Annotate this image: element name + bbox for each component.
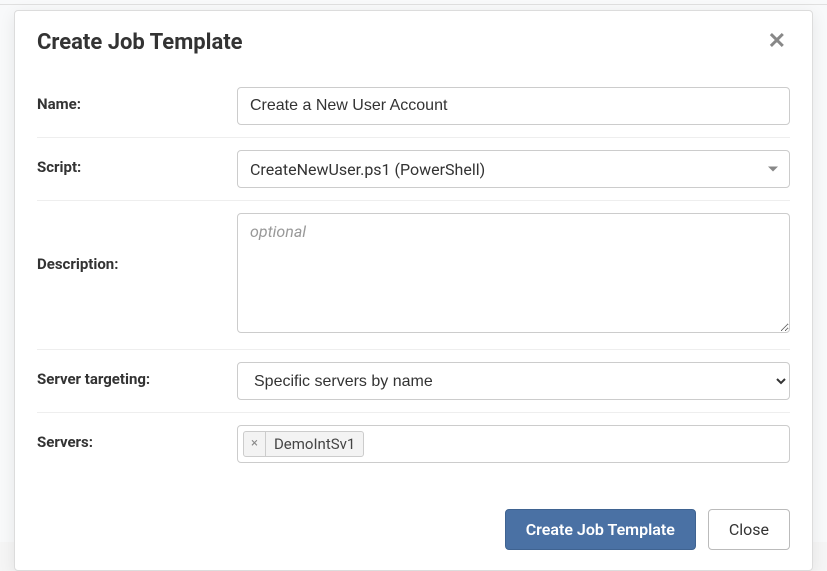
modal-header: Create Job Template ✕	[15, 11, 812, 69]
script-select[interactable]: CreateNewUser.ps1 (PowerShell)	[237, 150, 790, 188]
modal-title: Create Job Template	[37, 30, 243, 55]
create-job-template-modal: Create Job Template ✕ Name: Script: Crea…	[14, 10, 813, 571]
label-server-targeting: Server targeting:	[37, 362, 237, 388]
label-servers: Servers:	[37, 425, 237, 451]
create-job-template-button[interactable]: Create Job Template	[505, 509, 696, 550]
label-name: Name:	[37, 87, 237, 113]
label-description: Description:	[37, 213, 237, 273]
modal-body: Name: Script: CreateNewUser.ps1 (PowerSh…	[15, 69, 812, 495]
server-tag: × DemoIntSv1	[243, 431, 364, 457]
caret-down-icon	[768, 167, 778, 172]
row-name: Name:	[37, 75, 790, 137]
script-selected-value: CreateNewUser.ps1 (PowerShell)	[250, 160, 485, 179]
close-button[interactable]: Close	[708, 509, 790, 550]
row-server-targeting: Server targeting: Specific servers by na…	[37, 349, 790, 412]
close-icon[interactable]: ✕	[764, 29, 790, 55]
name-input[interactable]	[237, 87, 790, 125]
modal-footer: Create Job Template Close	[15, 495, 812, 570]
row-script: Script: CreateNewUser.ps1 (PowerShell)	[37, 137, 790, 200]
row-description: Description:	[37, 200, 790, 349]
label-script: Script:	[37, 150, 237, 176]
servers-tag-input[interactable]: × DemoIntSv1	[237, 425, 790, 463]
row-servers: Servers: × DemoIntSv1	[37, 412, 790, 475]
remove-tag-icon[interactable]: ×	[244, 432, 266, 456]
server-targeting-select[interactable]: Specific servers by name	[237, 362, 790, 400]
description-textarea[interactable]	[237, 213, 790, 333]
server-tag-label: DemoIntSv1	[266, 432, 363, 456]
